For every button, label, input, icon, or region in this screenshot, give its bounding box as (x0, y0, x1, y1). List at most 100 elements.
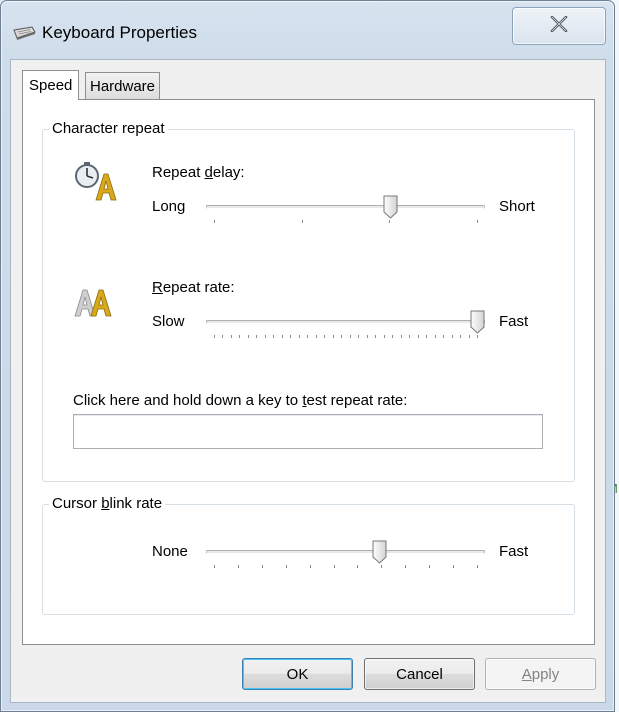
repeat-delay-max-label: Short (499, 198, 535, 215)
slider-tick (451, 335, 453, 338)
slider-tick (237, 565, 239, 568)
tab-hardware[interactable]: Hardware (85, 72, 161, 100)
slider-tick (349, 335, 351, 338)
cursor-blink-access-key: b (101, 495, 110, 512)
apply-button-label: pply (531, 665, 560, 683)
speed-tab-panel: Character repeat Repeat delay: Long Shor… (22, 99, 595, 645)
cursor-blink-group: Cursor blink rate None Fast (42, 495, 575, 615)
cursor-blink-label-text: link rate (109, 495, 163, 512)
slider-tick (307, 335, 309, 338)
slider-tick (400, 335, 402, 338)
test-repeat-label-text: Click here and hold down a key to (73, 392, 303, 409)
close-icon (550, 15, 568, 36)
repeat-rate-label-text: epeat rate: (162, 279, 235, 296)
repeat-rate-min-label: Slow (152, 313, 185, 330)
slider-ticks (214, 565, 478, 569)
slider-tick (281, 335, 283, 338)
double-letter-a-icon (74, 284, 122, 318)
tab-hardware-label: Hardware (90, 78, 156, 95)
dialog-client-area: Speed Hardware Character repeat Repeat d (10, 59, 606, 703)
character-repeat-label: Character repeat (49, 120, 168, 138)
apply-access-key: A (521, 665, 532, 683)
close-button[interactable] (512, 7, 606, 45)
slider-tick (417, 335, 419, 338)
repeat-rate-access-key: R (152, 279, 163, 296)
slider-tick (230, 335, 232, 338)
slider-tick (405, 565, 407, 568)
title-bar[interactable]: Keyboard Properties (1, 1, 614, 59)
slider-track[interactable] (206, 550, 485, 554)
cursor-blink-label-text: Cursor (52, 495, 102, 512)
slider-tick (381, 565, 383, 568)
slider-tick (264, 335, 266, 338)
slider-tick (273, 335, 275, 338)
repeat-delay-label-text: Repeat (152, 164, 205, 181)
test-repeat-label: Click here and hold down a key to test r… (73, 392, 407, 409)
slider-tick (477, 220, 478, 223)
slider-tick (375, 335, 377, 338)
slider-tick (222, 335, 224, 338)
cursor-blink-label: Cursor blink rate (49, 495, 166, 513)
repeat-delay-label-text: elay: (212, 164, 245, 181)
slider-tick (443, 335, 445, 338)
slider-tick (214, 565, 215, 568)
slider-thumb[interactable] (470, 310, 485, 334)
slider-tick (290, 335, 292, 338)
slider-tick (285, 565, 287, 568)
cursor-blink-slider[interactable] (200, 540, 491, 580)
window-title: Keyboard Properties (42, 23, 197, 42)
ok-button[interactable]: OK (242, 658, 353, 690)
character-repeat-group: Character repeat Repeat delay: Long Shor… (42, 120, 575, 482)
slider-tick (332, 335, 334, 338)
repeat-delay-label: Repeat delay: (152, 164, 245, 181)
slider-tick (301, 220, 303, 223)
slider-tick (256, 335, 258, 338)
slider-tick (239, 335, 241, 338)
slider-ticks (214, 220, 478, 224)
slider-tick (333, 565, 335, 568)
keyboard-icon (12, 26, 36, 40)
slider-tick (429, 565, 431, 568)
slider-tick (357, 565, 359, 568)
slider-track[interactable] (206, 320, 485, 324)
slider-tick (477, 335, 478, 338)
repeat-rate-label: Repeat rate: (152, 279, 235, 296)
slider-track[interactable] (206, 205, 485, 209)
repeat-rate-max-label: Fast (499, 313, 529, 330)
slider-tick (434, 335, 436, 338)
dialog-window: Keyboard Properties Speed Hardware Chara… (0, 0, 615, 712)
tab-speed-label: Speed (29, 77, 73, 94)
slider-tick (468, 335, 470, 338)
repeat-rate-slider[interactable] (200, 310, 491, 350)
slider-tick (214, 335, 215, 338)
slider-tick (477, 565, 478, 568)
slider-tick (453, 565, 455, 568)
slider-tick (298, 335, 300, 338)
slider-tick (383, 335, 385, 338)
test-repeat-label-text: est repeat rate: (306, 392, 408, 409)
slider-ticks (214, 335, 478, 339)
slider-tick (358, 335, 360, 338)
repeat-delay-access-key: d (204, 164, 213, 181)
slider-tick (247, 335, 249, 338)
tab-speed[interactable]: Speed (22, 70, 80, 100)
cancel-button-label: Cancel (396, 665, 443, 683)
ok-button-label: OK (286, 665, 309, 683)
repeat-delay-slider[interactable] (200, 195, 491, 235)
slider-tick (324, 335, 326, 338)
slider-tick (426, 335, 428, 338)
repeat-delay-min-label: Long (152, 198, 186, 215)
slider-tick (214, 220, 215, 223)
slider-tick (341, 335, 343, 338)
cursor-blink-max-label: Fast (499, 543, 529, 560)
test-repeat-input[interactable] (73, 414, 543, 449)
cursor-blink-min-label: None (152, 543, 188, 560)
slider-tick (366, 335, 368, 338)
apply-button[interactable]: Apply (485, 658, 596, 690)
cancel-button[interactable]: Cancel (364, 658, 475, 690)
slider-tick (315, 335, 317, 338)
slider-thumb[interactable] (383, 195, 398, 219)
slider-tick (409, 335, 411, 338)
stopwatch-letter-a-icon (74, 160, 122, 202)
slider-thumb[interactable] (372, 540, 387, 564)
